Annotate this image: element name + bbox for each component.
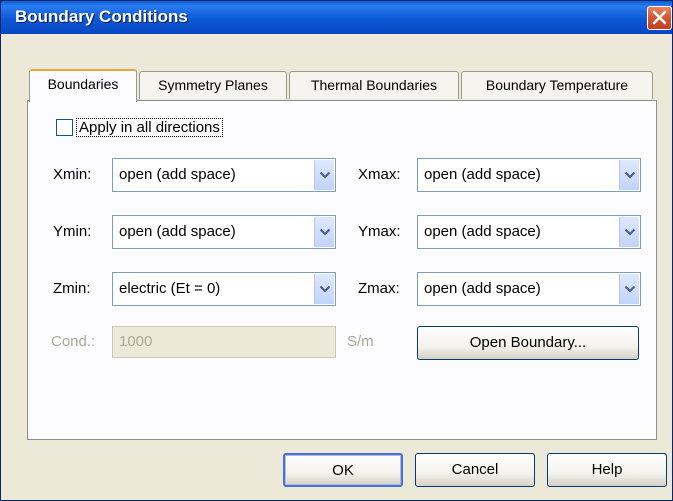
tab-symmetry-planes[interactable]: Symmetry Planes	[139, 71, 287, 99]
ymin-dropdown-button[interactable]	[314, 217, 334, 247]
xmax-value: open (add space)	[424, 166, 541, 183]
zmin-dropdown-button[interactable]	[314, 274, 334, 304]
cond-value: 1000	[119, 333, 153, 350]
apply-all-directions-label[interactable]: Apply in all directions	[76, 118, 223, 137]
xmin-value: open (add space)	[119, 166, 236, 183]
xmax-select[interactable]: open (add space)	[417, 158, 641, 192]
zmin-label: Zmin:	[53, 280, 91, 297]
boundary-conditions-dialog: Boundary Conditions Boundaries Symmetry …	[0, 0, 673, 501]
close-button[interactable]	[647, 6, 672, 30]
chevron-down-icon	[624, 228, 636, 236]
tab-boundary-temperature[interactable]: Boundary Temperature	[461, 71, 653, 99]
cancel-button[interactable]: Cancel	[415, 453, 535, 487]
xmin-dropdown-button[interactable]	[314, 160, 334, 190]
chevron-down-icon	[319, 171, 331, 179]
tab-boundaries[interactable]: Boundaries	[29, 69, 137, 102]
cond-label: Cond.:	[51, 333, 96, 350]
ymax-value: open (add space)	[424, 223, 541, 240]
xmax-dropdown-button[interactable]	[619, 160, 639, 190]
xmin-label: Xmin:	[53, 166, 92, 183]
xmax-label: Xmax:	[358, 166, 401, 183]
ok-button[interactable]: OK	[283, 453, 403, 487]
zmin-select[interactable]: electric (Et = 0)	[112, 272, 336, 306]
zmin-value: electric (Et = 0)	[119, 280, 221, 297]
help-button[interactable]: Help	[547, 453, 667, 487]
close-icon	[652, 10, 667, 25]
cond-unit: S/m	[347, 333, 374, 350]
zmax-dropdown-button[interactable]	[619, 274, 639, 304]
zmax-select[interactable]: open (add space)	[417, 272, 641, 306]
tab-panel	[27, 100, 657, 440]
zmax-label: Zmax:	[358, 280, 400, 297]
zmax-value: open (add space)	[424, 280, 541, 297]
tab-thermal-boundaries[interactable]: Thermal Boundaries	[289, 71, 459, 99]
window-title: Boundary Conditions	[15, 7, 188, 26]
open-boundary-button[interactable]: Open Boundary...	[417, 326, 639, 360]
xmin-select[interactable]: open (add space)	[112, 158, 336, 192]
ymin-select[interactable]: open (add space)	[112, 215, 336, 249]
ymin-label: Ymin:	[53, 223, 92, 240]
title-bar[interactable]: Boundary Conditions	[1, 1, 672, 34]
chevron-down-icon	[624, 285, 636, 293]
ymax-dropdown-button[interactable]	[619, 217, 639, 247]
chevron-down-icon	[319, 285, 331, 293]
apply-all-directions-checkbox[interactable]	[56, 119, 73, 136]
ymax-select[interactable]: open (add space)	[417, 215, 641, 249]
chevron-down-icon	[624, 171, 636, 179]
ymin-value: open (add space)	[119, 223, 236, 240]
ymax-label: Ymax:	[358, 223, 401, 240]
cond-input: 1000	[112, 326, 336, 358]
chevron-down-icon	[319, 228, 331, 236]
